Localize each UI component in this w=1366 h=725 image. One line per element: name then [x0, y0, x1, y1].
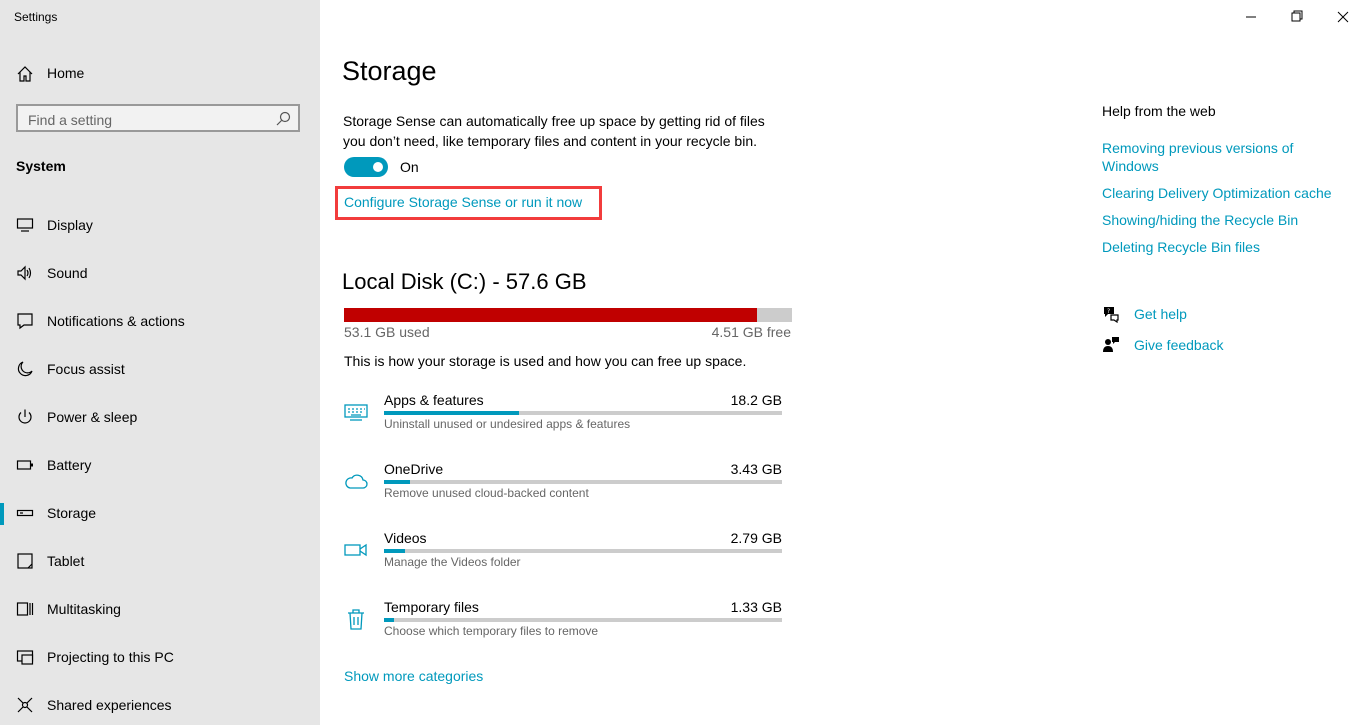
- sidebar: Settings Home Find a setting System Disp…: [0, 0, 320, 725]
- help-link-delivery-optimization[interactable]: Clearing Delivery Optimization cache: [1102, 184, 1342, 202]
- category-name: Videos: [384, 530, 427, 546]
- category-videos[interactable]: Videos 2.79 GB Manage the Videos folder: [344, 530, 782, 590]
- projecting-icon: [16, 650, 34, 665]
- sidebar-item-notifications[interactable]: Notifications & actions: [0, 301, 320, 341]
- show-more-categories-link[interactable]: Show more categories: [344, 668, 483, 684]
- toggle-state-label: On: [400, 159, 419, 175]
- nav-home-label: Home: [47, 65, 85, 81]
- toggle-knob: [373, 162, 383, 172]
- shared-icon: [17, 697, 33, 713]
- speaker-icon: [17, 265, 32, 281]
- tablet-icon: [17, 553, 33, 569]
- sidebar-item-projecting[interactable]: Projecting to this PC: [0, 637, 320, 677]
- category-usage-bar: [384, 480, 782, 484]
- sidebar-item-storage[interactable]: Storage: [0, 493, 320, 533]
- video-camera-icon: [344, 543, 367, 557]
- category-name: Apps & features: [384, 392, 484, 408]
- category-apps-features[interactable]: Apps & features 18.2 GB Uninstall unused…: [344, 392, 782, 452]
- help-title: Help from the web: [1102, 103, 1216, 119]
- help-link-deleting-recycle-bin[interactable]: Deleting Recycle Bin files: [1102, 238, 1342, 256]
- category-onedrive[interactable]: OneDrive 3.43 GB Remove unused cloud-bac…: [344, 461, 782, 521]
- app-title: Settings: [14, 10, 58, 24]
- sidebar-item-shared-experiences[interactable]: Shared experiences: [0, 685, 320, 725]
- category-size: 2.79 GB: [730, 530, 782, 546]
- restore-icon: [1291, 10, 1303, 22]
- sidebar-item-battery[interactable]: Battery: [0, 445, 320, 485]
- get-help-label: Get help: [1134, 306, 1187, 322]
- category-size: 18.2 GB: [730, 392, 782, 408]
- sidebar-item-label: Sound: [47, 265, 88, 281]
- sidebar-item-label: Tablet: [47, 553, 85, 569]
- category-usage-fill: [384, 411, 520, 415]
- multitasking-icon: [16, 602, 34, 616]
- sidebar-item-label: Storage: [47, 505, 97, 521]
- storage-sense-description: Storage Sense can automatically free up …: [343, 113, 765, 149]
- sidebar-item-display[interactable]: Display: [0, 205, 320, 245]
- category-usage-bar: [384, 618, 782, 622]
- keyboard-icon: [344, 404, 368, 421]
- cloud-icon: [345, 474, 368, 489]
- feedback-icon: [1103, 337, 1119, 352]
- battery-icon: [16, 460, 33, 470]
- help-link-recycle-bin-visibility[interactable]: Showing/hiding the Recycle Bin: [1102, 211, 1342, 229]
- give-feedback-label: Give feedback: [1134, 337, 1224, 353]
- storage-sense-toggle[interactable]: [344, 157, 388, 177]
- sidebar-item-multitasking[interactable]: Multitasking: [0, 589, 320, 629]
- close-icon: [1337, 11, 1349, 23]
- disk-usage-bar: [344, 308, 792, 322]
- restore-button[interactable]: [1274, 4, 1320, 30]
- search-placeholder: Find a setting: [28, 112, 113, 128]
- power-icon: [18, 409, 32, 424]
- chat-help-icon: ?: [1104, 307, 1119, 323]
- search-icon: [276, 111, 291, 126]
- category-usage-fill: [384, 480, 410, 484]
- minimize-button[interactable]: [1228, 4, 1274, 30]
- category-size: 1.33 GB: [730, 599, 782, 615]
- sidebar-item-label: Battery: [47, 457, 92, 473]
- disk-title: Local Disk (C:) - 57.6 GB: [342, 269, 587, 294]
- category-usage-fill: [384, 549, 406, 553]
- category-temporary-files[interactable]: Temporary files 1.33 GB Choose which tem…: [344, 599, 782, 659]
- category-description: Remove unused cloud-backed content: [384, 486, 589, 500]
- storage-icon: [16, 509, 34, 517]
- category-description: Choose which temporary files to remove: [384, 624, 599, 638]
- disk-used-label: 53.1 GB used: [344, 324, 430, 340]
- monitor-icon: [16, 218, 34, 232]
- category-usage-fill: [384, 618, 394, 622]
- usage-note: This is how your storage is used and how…: [344, 353, 747, 369]
- moon-icon: [17, 361, 33, 377]
- category-description: Uninstall unused or undesired apps & fea…: [384, 417, 631, 431]
- notification-icon: [17, 313, 33, 330]
- sidebar-item-power-sleep[interactable]: Power & sleep: [0, 397, 320, 437]
- nav-home[interactable]: Home: [0, 58, 320, 88]
- category-name: Temporary files: [384, 599, 479, 615]
- sidebar-item-label: Multitasking: [47, 601, 121, 617]
- category-size: 3.43 GB: [730, 461, 782, 477]
- configure-storage-sense-link[interactable]: Configure Storage Sense or run it now: [344, 194, 582, 210]
- category-description: Manage the Videos folder: [384, 555, 521, 569]
- minimize-icon: [1246, 16, 1256, 18]
- home-icon: [17, 66, 33, 82]
- sidebar-item-label: Shared experiences: [47, 697, 172, 713]
- search-input[interactable]: Find a setting: [16, 104, 300, 132]
- trash-icon: [348, 609, 364, 630]
- sidebar-item-label: Focus assist: [47, 361, 125, 377]
- page-title: Storage: [342, 56, 437, 86]
- sidebar-item-tablet[interactable]: Tablet: [0, 541, 320, 581]
- sidebar-item-label: Power & sleep: [47, 409, 138, 425]
- category-usage-bar: [384, 549, 782, 553]
- close-button[interactable]: [1320, 4, 1366, 30]
- help-link-removing-previous-versions[interactable]: Removing previous versions of Windows: [1102, 139, 1342, 175]
- sidebar-item-label: Display: [47, 217, 93, 233]
- sidebar-item-focus-assist[interactable]: Focus assist: [0, 349, 320, 389]
- disk-usage-fill: [344, 308, 758, 322]
- category-name: OneDrive: [384, 461, 444, 477]
- section-title-system: System: [16, 158, 66, 174]
- sidebar-item-label: Notifications & actions: [47, 313, 185, 329]
- category-usage-bar: [384, 411, 782, 415]
- disk-free-label: 4.51 GB free: [711, 324, 791, 340]
- sidebar-item-label: Projecting to this PC: [47, 649, 174, 665]
- svg-text:?: ?: [1107, 308, 1110, 315]
- sidebar-item-sound[interactable]: Sound: [0, 253, 320, 293]
